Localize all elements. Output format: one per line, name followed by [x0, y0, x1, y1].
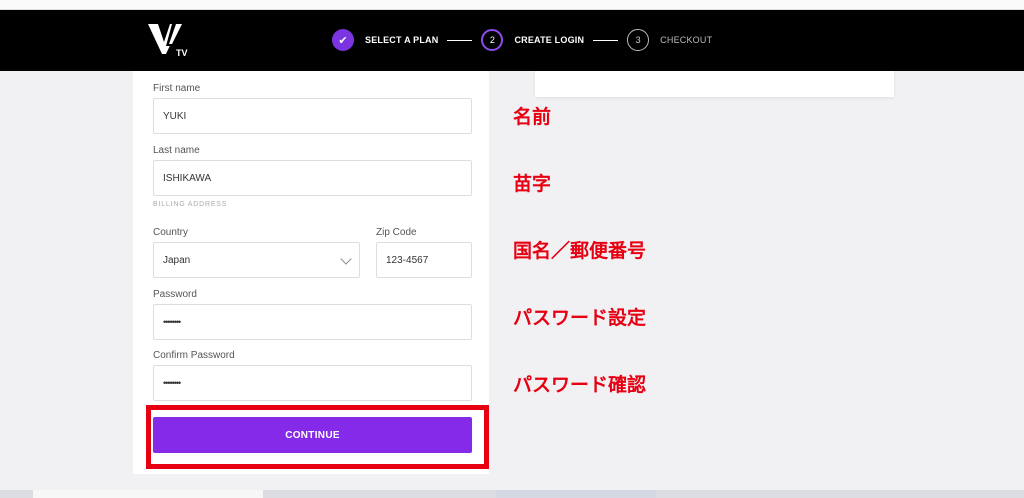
- step-connector: [593, 39, 619, 41]
- continue-button[interactable]: CONTINUE: [153, 417, 472, 453]
- annotation-last-name: 苗字: [513, 173, 552, 195]
- step-3-label: CHECKOUT: [660, 35, 713, 45]
- country-label: Country: [153, 227, 189, 238]
- country-select[interactable]: Japan: [153, 242, 360, 278]
- annotation-password: パスワード設定: [513, 307, 647, 329]
- step-1-check-icon: ✔: [332, 29, 354, 51]
- zip-code-label: Zip Code: [376, 227, 417, 238]
- chevron-down-icon: [340, 253, 352, 265]
- checkout-progress: ✔ SELECT A PLAN 2 CREATE LOGIN 3 CHECKOU…: [332, 28, 712, 52]
- annotation-country-zip: 国名／郵便番号: [513, 240, 647, 262]
- first-name-input[interactable]: YUKI: [153, 98, 472, 134]
- annotation-confirm-password: パスワード確認: [513, 374, 647, 396]
- step-select-plan[interactable]: ✔ SELECT A PLAN: [332, 29, 438, 51]
- country-select-value: Japan: [163, 254, 191, 266]
- last-name-label: Last name: [153, 145, 200, 156]
- taskbar-item[interactable]: [496, 490, 656, 498]
- password-label: Password: [153, 289, 197, 300]
- step-2-label: CREATE LOGIN: [514, 35, 585, 45]
- step-3-number: 3: [627, 29, 650, 51]
- step-checkout: 3 CHECKOUT: [627, 29, 712, 51]
- site-logo[interactable]: TV: [146, 20, 194, 60]
- site-header: TV ✔ SELECT A PLAN 2 CREATE LOGIN 3 CHEC…: [0, 10, 1024, 71]
- confirm-password-input[interactable]: ••••••••: [153, 365, 472, 401]
- annotation-first-name: 名前: [513, 106, 552, 128]
- last-name-input[interactable]: ISHIKAWA: [153, 160, 472, 196]
- step-2-number: 2: [481, 29, 504, 51]
- step-connector: [447, 39, 473, 41]
- os-taskbar: [0, 490, 1024, 498]
- billing-address-heading: BILLING ADDRESS: [153, 201, 228, 208]
- zip-code-input[interactable]: 123-4567: [376, 242, 472, 278]
- step-1-label: SELECT A PLAN: [365, 35, 439, 45]
- taskbar-item[interactable]: [33, 490, 263, 498]
- confirm-password-label: Confirm Password: [153, 350, 235, 361]
- first-name-label: First name: [153, 83, 201, 94]
- logo-text: TV: [176, 48, 188, 58]
- password-input[interactable]: ••••••••: [153, 304, 472, 340]
- step-create-login: 2 CREATE LOGIN: [481, 29, 584, 51]
- browser-tab-strip: [0, 0, 1024, 10]
- plan-summary-card: [535, 71, 894, 97]
